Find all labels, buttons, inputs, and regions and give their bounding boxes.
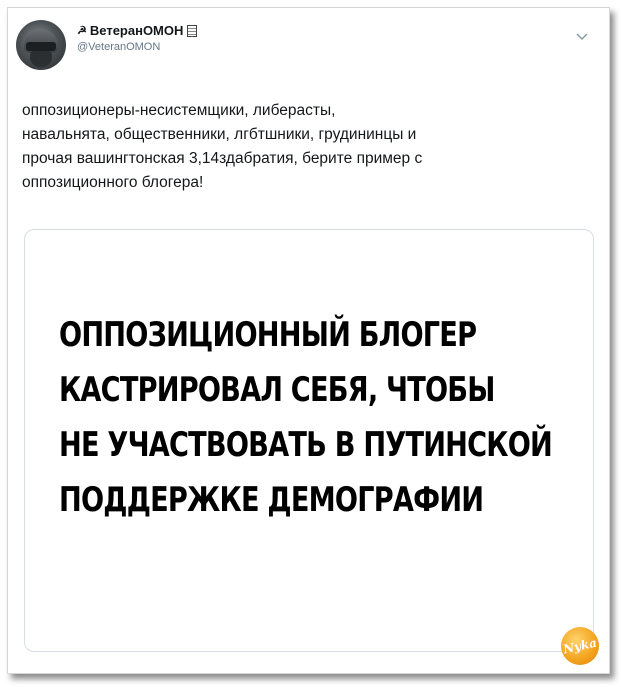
tweet-text-line: прочая вашингтонская 3,14здабратия, бери… xyxy=(22,150,423,167)
watermark-text: Nyka xyxy=(561,635,599,657)
meme-caption-line: НЕ УЧАСТВОВАТЬ В ПУТИНСКОЙ xyxy=(59,425,553,465)
author-name[interactable]: ВетеранОМОН xyxy=(90,23,184,38)
meme-caption-line: ОППОЗИЦИОННЫЙ БЛОГЕР xyxy=(59,315,477,355)
chevron-down-icon[interactable] xyxy=(576,33,588,41)
avatar-visor xyxy=(26,42,56,51)
meme-caption: ОППОЗИЦИОННЫЙ БЛОГЕР КАСТРИРОВАЛ СЕБЯ, Ч… xyxy=(59,308,553,528)
watermark-logo: Nyka xyxy=(561,627,599,665)
author-name-row[interactable]: ☭ ВетеранОМОН xyxy=(77,23,198,38)
avatar[interactable] xyxy=(16,20,66,70)
author-handle[interactable]: @VeteranOMON xyxy=(77,41,160,53)
flag-icon xyxy=(187,24,198,37)
avatar-face xyxy=(30,51,52,67)
meme-caption-line: ПОДДЕРЖКЕ ДЕМОГРАФИИ xyxy=(59,480,484,520)
tweet-text: оппозиционеры-несистемщики, либерасты, н… xyxy=(22,99,592,195)
sickle-icon: ☭ xyxy=(77,25,87,37)
meme-caption-line: КАСТРИРОВАЛ СЕБЯ, ЧТОБЫ xyxy=(59,370,495,410)
tweet-media-image[interactable]: ОППОЗИЦИОННЫЙ БЛОГЕР КАСТРИРОВАЛ СЕБЯ, Ч… xyxy=(24,229,594,652)
tweet-text-line: навальнята, общественники, лгбтшники, гр… xyxy=(22,126,417,143)
tweet-text-line: оппозиционного блогера! xyxy=(22,174,204,191)
tweet-text-line: оппозиционеры-несистемщики, либерасты, xyxy=(22,102,336,119)
